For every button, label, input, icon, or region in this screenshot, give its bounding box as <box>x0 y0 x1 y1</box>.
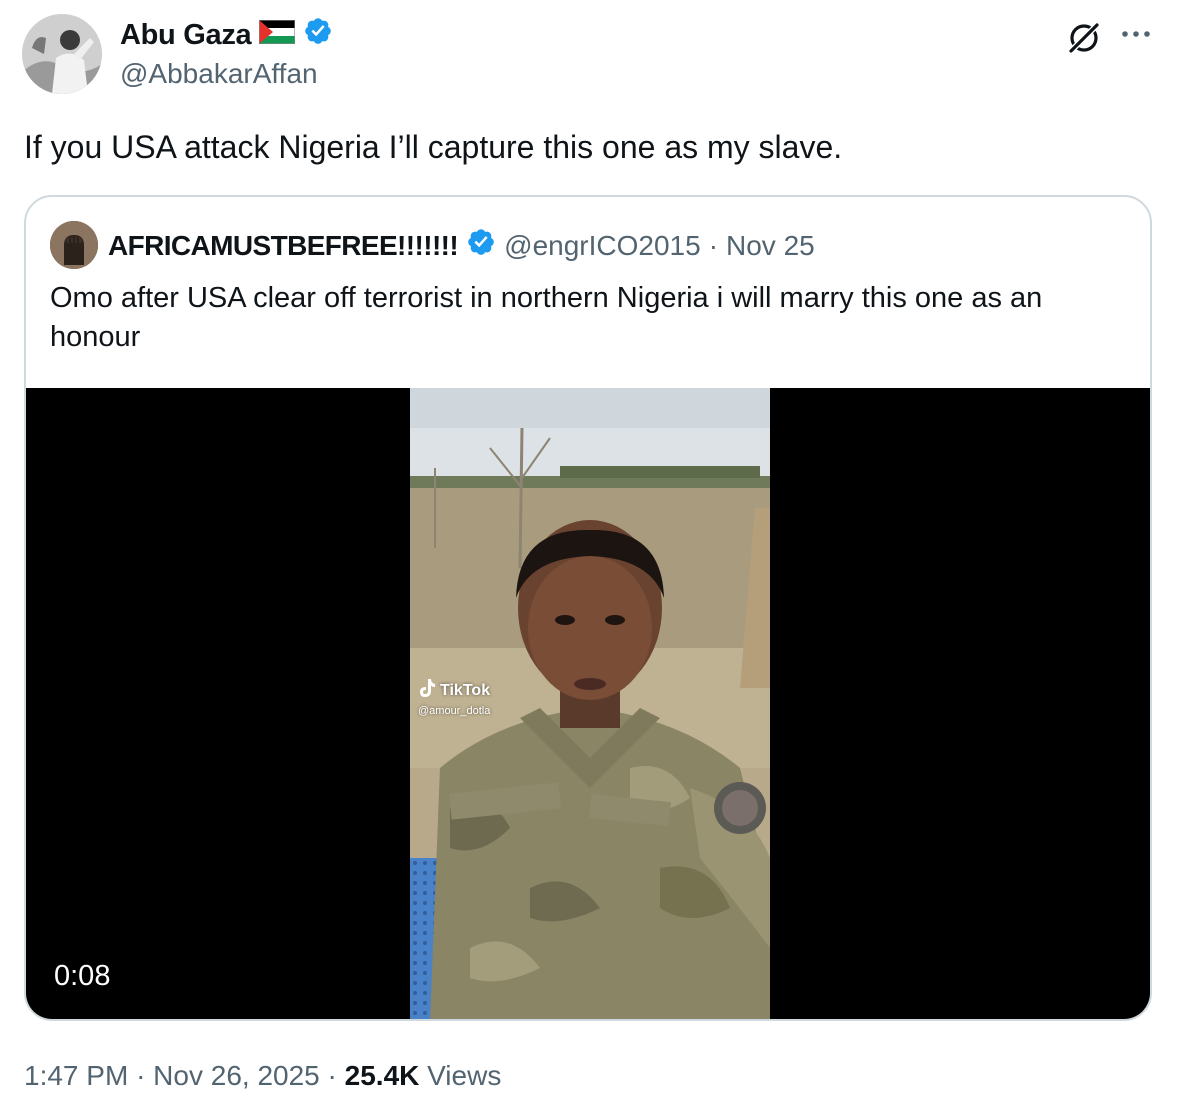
tweet: Abu Gaza @AbbakarAffan If you USA attack… <box>0 0 1188 1110</box>
views-count[interactable]: 25.4K <box>345 1060 420 1091</box>
views-label: Views <box>427 1060 502 1091</box>
tweet-text: If you USA attack Nigeria I’ll capture t… <box>24 129 843 165</box>
more-options-icon[interactable] <box>1116 18 1156 58</box>
quoted-header: AFRICAMUSTBEFREE!!!!!!! @engrICO2015 · N… <box>108 227 815 264</box>
video-thumbnail[interactable]: TikTok @amour_dotla <box>410 388 770 1019</box>
quoted-author-name[interactable]: AFRICAMUSTBEFREE!!!!!!! <box>108 230 459 262</box>
tiktok-username: @amour_dotla <box>418 705 491 717</box>
quoted-author-avatar[interactable] <box>50 221 98 269</box>
quoted-separator: · <box>708 229 719 261</box>
quoted-tweet[interactable]: AFRICAMUSTBEFREE!!!!!!! @engrICO2015 · N… <box>24 195 1152 1021</box>
tweet-date[interactable]: Nov 26, 2025 <box>153 1060 320 1091</box>
quoted-text: Omo after USA clear off terrorist in nor… <box>50 282 1043 353</box>
author-name[interactable]: Abu Gaza <box>120 19 252 52</box>
verified-badge-icon[interactable] <box>466 227 496 264</box>
tiktok-brand-label: TikTok <box>440 681 491 699</box>
tweet-time[interactable]: 1:47 PM <box>24 1060 128 1091</box>
palestine-flag-icon <box>259 19 296 52</box>
meta-separator: · <box>136 1060 146 1091</box>
quoted-date[interactable]: Nov 25 <box>726 230 815 262</box>
grok-icon[interactable] <box>1064 18 1104 58</box>
tiktok-logo-icon <box>418 678 436 703</box>
tweet-meta: 1:47 PM · Nov 26, 2025 · 25.4K Views <box>24 1060 501 1092</box>
tiktok-watermark: TikTok @amour_dotla <box>418 678 490 717</box>
meta-separator: · <box>327 1060 337 1091</box>
author-avatar[interactable] <box>22 14 102 94</box>
video-player[interactable]: TikTok @amour_dotla 0:08 <box>26 388 1150 1019</box>
verified-badge-icon[interactable] <box>303 16 333 54</box>
quoted-author-handle[interactable]: @engrICO2015 <box>504 230 701 262</box>
author-name-row[interactable]: Abu Gaza <box>120 16 333 54</box>
author-handle[interactable]: @AbbakarAffan <box>120 58 318 90</box>
video-duration: 0:08 <box>54 960 111 992</box>
